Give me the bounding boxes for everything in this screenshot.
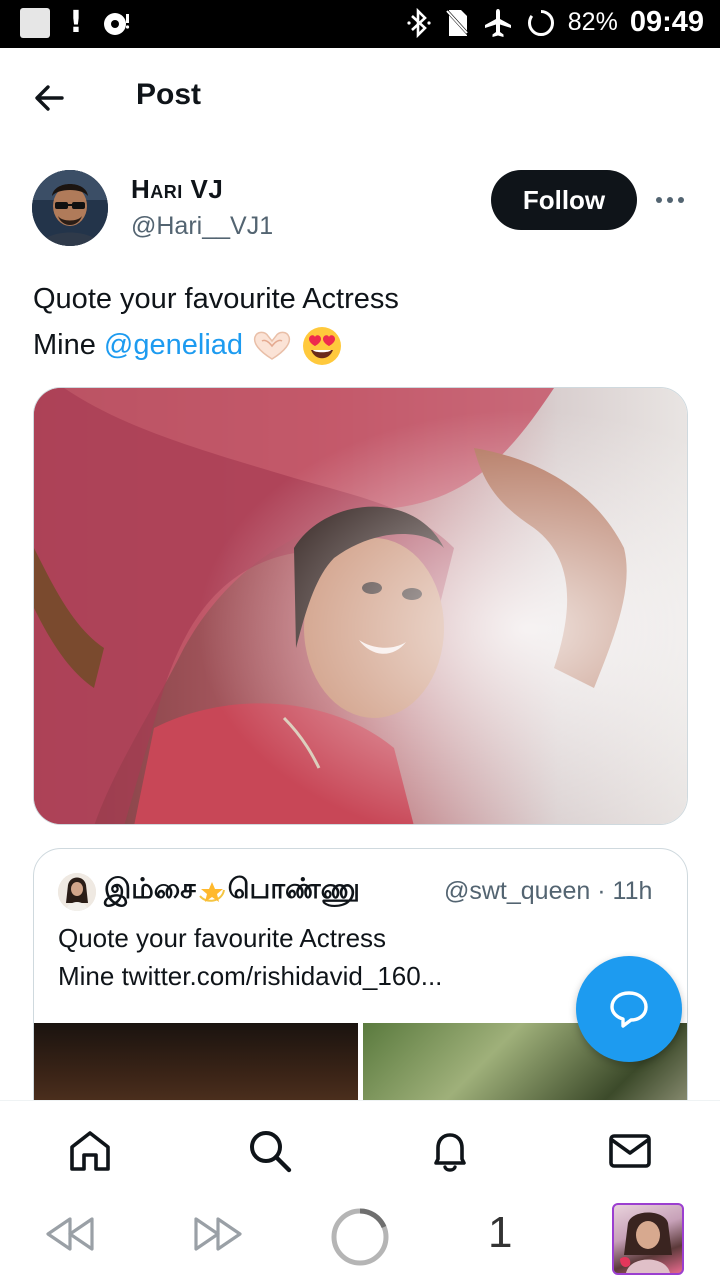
tweet-media-image[interactable]: [33, 387, 688, 825]
back-button[interactable]: [30, 78, 70, 118]
rewind-button[interactable]: [44, 1209, 98, 1264]
author-name[interactable]: Hari VJ: [131, 174, 223, 205]
nav-search-button[interactable]: [246, 1127, 294, 1175]
rewind-icon: [46, 1217, 94, 1251]
more-options-button[interactable]: [652, 186, 688, 214]
bottom-navigation: [0, 1100, 720, 1195]
author-photo: [32, 170, 108, 246]
battery-percent: 82%: [567, 8, 618, 36]
nav-home-button[interactable]: [66, 1127, 114, 1175]
reply-fab-button[interactable]: [576, 956, 682, 1062]
follow-button[interactable]: Follow: [491, 170, 637, 230]
notification-square-icon: [20, 8, 50, 38]
alert-icon: !: [69, 5, 83, 40]
no-sim-icon: [446, 9, 469, 36]
reload-icon: [331, 1208, 389, 1266]
home-icon: [70, 1131, 110, 1171]
more-dot-icon: [667, 197, 673, 203]
quoted-name-part-1: இம்சை: [104, 873, 196, 904]
mention-link[interactable]: @geneliad: [104, 329, 243, 361]
fast-forward-button[interactable]: [190, 1209, 244, 1264]
more-dot-icon: [656, 197, 662, 203]
reply-bubble-icon: [610, 991, 648, 1028]
fast-forward-icon: [194, 1217, 242, 1251]
messages-icon: [609, 1134, 651, 1168]
tab-count[interactable]: 1: [488, 1208, 512, 1258]
dizzy-star-emoji: [198, 882, 225, 902]
author-handle[interactable]: @Hari__VJ1: [131, 212, 273, 241]
tab-thumbnail[interactable]: [612, 1203, 684, 1275]
airplane-icon: [484, 8, 511, 37]
more-dot-icon: [678, 197, 684, 203]
avatar[interactable]: [32, 170, 108, 246]
tweet-line-2: Mine @geneliad: [33, 322, 683, 368]
quoted-author-photo: [58, 873, 96, 911]
status-bar: ! 82% 09:49: [0, 0, 720, 48]
actress-photo: [34, 388, 687, 824]
heart-eyes-emoji: [303, 327, 342, 366]
heart-hands-emoji: [253, 331, 291, 361]
tweet-text: Quote your favourite Actress Mine @genel…: [33, 276, 683, 368]
quoted-line-1: Quote your favourite Actress: [58, 923, 387, 953]
quoted-author-name[interactable]: இம்சை பொண்ணு: [104, 873, 360, 909]
nav-messages-button[interactable]: [606, 1127, 654, 1175]
arrow-left-icon: [35, 85, 64, 111]
battery-ring-icon: [527, 9, 554, 36]
quoted-meta: @swt_queen · 11h: [444, 877, 653, 905]
top-bar: Post: [0, 48, 720, 146]
page-title: Post: [136, 78, 202, 111]
clock: 09:49: [629, 6, 704, 38]
quoted-avatar[interactable]: [58, 873, 96, 911]
quoted-text: Quote your favourite Actress Mine twitte…: [58, 919, 658, 995]
dnd-icon: [104, 13, 130, 35]
notifications-icon: [434, 1133, 466, 1172]
reload-button[interactable]: [330, 1207, 390, 1272]
bluetooth-icon: [407, 7, 431, 38]
tweet-line-2-prefix: Mine: [33, 329, 104, 361]
quoted-line-2[interactable]: Mine twitter.com/rishidavid_160...: [58, 957, 658, 995]
quoted-name-part-2: பொண்ணு: [227, 873, 360, 904]
nav-notifications-button[interactable]: [426, 1127, 474, 1175]
search-icon: [250, 1131, 292, 1173]
tweet-line-1: Quote your favourite Actress: [33, 283, 399, 315]
tab-preview-image: [620, 1212, 672, 1273]
